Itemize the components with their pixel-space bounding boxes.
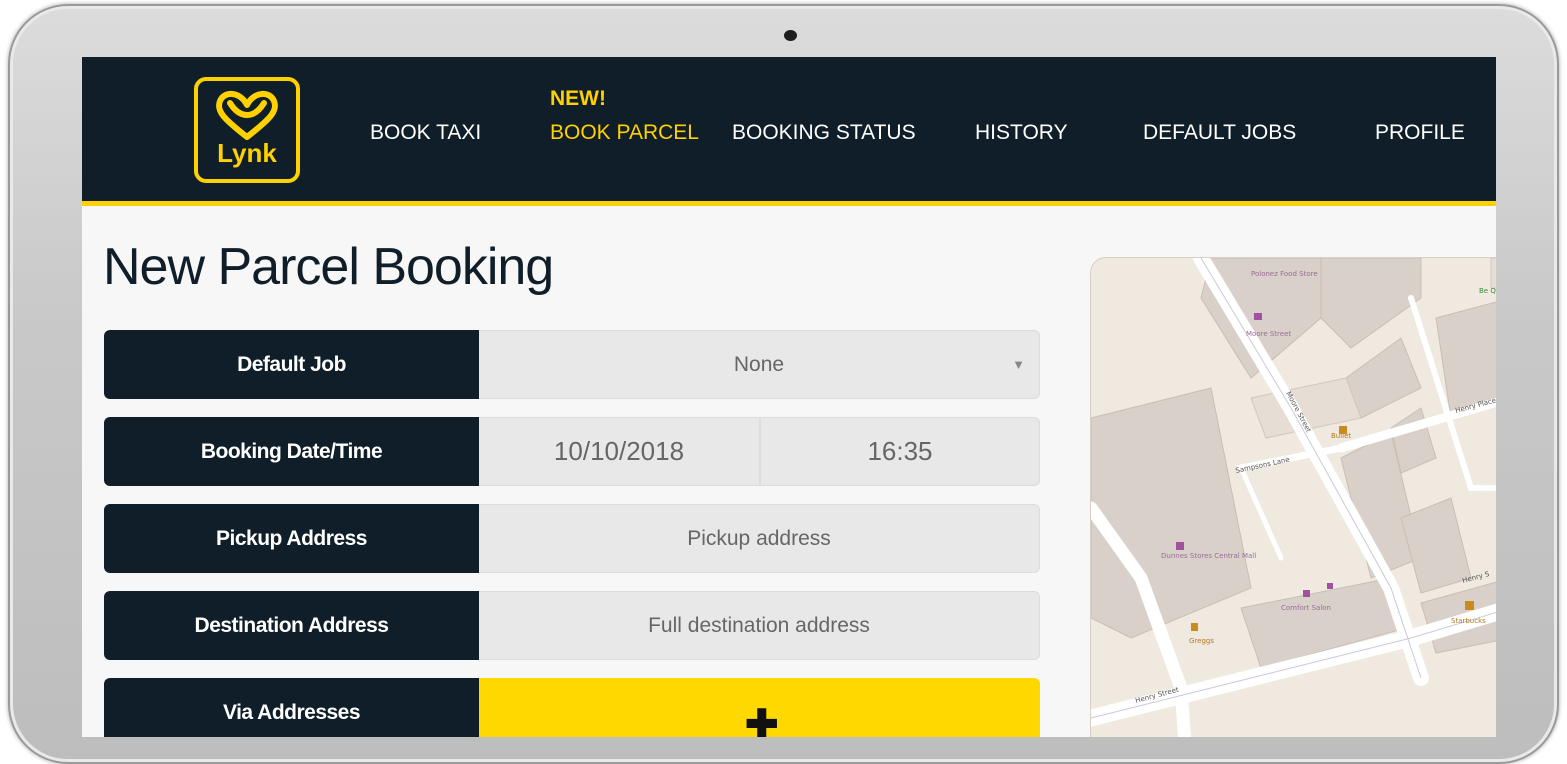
nav-history[interactable]: HISTORY — [975, 121, 1068, 145]
map-label-polonez: Polonez Food Store — [1251, 270, 1318, 278]
lynk-logo[interactable]: Lynk — [194, 77, 300, 183]
cafe-icon — [1465, 601, 1474, 610]
map-label-starbucks: Starbucks — [1451, 617, 1486, 625]
logo-text: Lynk — [217, 138, 277, 168]
map-label-comfort: Comfort Salon — [1281, 604, 1331, 612]
fast-food-icon — [1339, 426, 1347, 434]
pickup-label: Pickup Address — [104, 504, 479, 573]
dropdown-caret-icon: ▼ — [1012, 357, 1025, 372]
pickup-row: Pickup Address Pickup address — [104, 504, 1040, 573]
via-row: Via Addresses ✚ — [104, 678, 1040, 737]
map-label-stop-moore: Moore Street — [1246, 330, 1291, 338]
salon-icon — [1303, 590, 1310, 597]
booking-datetime-label: Booking Date/Time — [104, 417, 479, 486]
map-view[interactable]: Polonez Food Store Moore Street Dunnes S… — [1090, 257, 1496, 737]
nav-book-parcel[interactable]: BOOK PARCEL — [550, 121, 699, 145]
via-label: Via Addresses — [104, 678, 479, 737]
map-label-dunnes: Dunnes Stores Central Mall — [1161, 552, 1256, 560]
destination-address-input[interactable]: Full destination address — [479, 591, 1040, 660]
default-job-label: Default Job — [104, 330, 479, 399]
booking-date-input[interactable]: 10/10/2018 — [479, 417, 760, 486]
default-job-row: Default Job None ▼ — [104, 330, 1040, 399]
shop-icon-2 — [1327, 583, 1333, 589]
bakery-icon — [1191, 623, 1198, 631]
webcam — [784, 30, 797, 41]
nav-booking-status[interactable]: BOOKING STATUS — [732, 121, 916, 145]
heart-logo-icon — [216, 91, 278, 140]
nav-book-taxi[interactable]: BOOK TAXI — [370, 121, 481, 145]
bus-stop-icon — [1254, 313, 1262, 320]
map-label-greggs: Greggs — [1189, 637, 1214, 645]
new-badge: NEW! — [550, 87, 606, 110]
default-job-value: None — [733, 352, 785, 376]
app-screen: Lynk NEW! BOOK TAXI BOOK PARCEL BOOKING … — [82, 57, 1496, 737]
default-job-select[interactable]: None ▼ — [479, 330, 1040, 399]
street-map: Polonez Food Store Moore Street Dunnes S… — [1091, 258, 1496, 737]
nav-default-jobs[interactable]: DEFAULT JOBS — [1143, 121, 1296, 145]
booking-time-input[interactable]: 16:35 — [760, 417, 1040, 486]
pickup-address-input[interactable]: Pickup address — [479, 504, 1040, 573]
plus-icon: ✚ — [745, 703, 779, 737]
add-via-button[interactable]: ✚ — [479, 678, 1040, 737]
booking-datetime-row: Booking Date/Time 10/10/2018 16:35 — [104, 417, 1040, 486]
map-label-be-quick: Be Quick Emp — [1479, 287, 1496, 295]
nav-profile[interactable]: PROFILE — [1375, 121, 1465, 145]
shop-icon — [1176, 542, 1184, 550]
destination-label: Destination Address — [104, 591, 479, 660]
top-navbar: Lynk NEW! BOOK TAXI BOOK PARCEL BOOKING … — [82, 57, 1496, 206]
destination-row: Destination Address Full destination add… — [104, 591, 1040, 660]
page-title: New Parcel Booking — [103, 238, 554, 296]
